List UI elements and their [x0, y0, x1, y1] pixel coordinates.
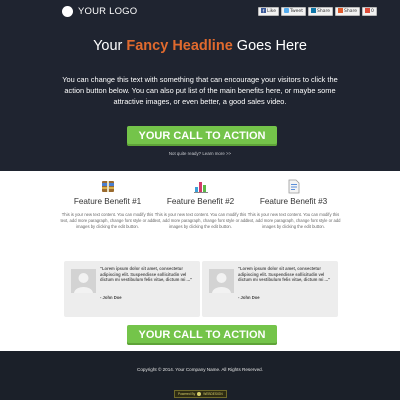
twitter-tweet-button[interactable]: Tweet	[280, 7, 306, 16]
powered-by-badge[interactable]: Powered By WEBDESIGN	[174, 390, 227, 398]
testimonial-author: - John Doe	[238, 295, 260, 300]
testimonial-card: "Lorem ipsum dolor sit amet, consectetur…	[64, 261, 200, 317]
cta-button-bottom[interactable]: YOUR CALL TO ACTION	[127, 325, 277, 345]
cta-button-top[interactable]: YOUR CALL TO ACTION	[127, 126, 277, 146]
feature-title: Feature Benefit #1	[73, 197, 142, 206]
headline-suffix: Goes Here	[232, 38, 307, 54]
google-plus-icon	[364, 8, 370, 13]
facebook-like-button[interactable]: f Like	[258, 7, 279, 16]
avatar	[209, 269, 234, 293]
powered-by-brand: WEBDESIGN	[203, 392, 223, 396]
page-headline: Your Fancy Headline Goes Here	[0, 38, 400, 54]
facebook-like-label: Like	[267, 9, 276, 14]
testimonial-card: "Lorem ipsum dolor sit amet, consectetur…	[202, 261, 338, 317]
feature-benefit-1: Feature Benefit #1 This is your new text…	[60, 178, 155, 230]
headline-prefix: Your	[93, 38, 127, 54]
feature-benefit-2: Feature Benefit #2 This is your new text…	[153, 178, 248, 230]
headline-highlight: Fancy Headline	[126, 38, 233, 54]
twitter-tweet-label: Tweet	[289, 9, 303, 14]
linkedin-share-button[interactable]: Share	[307, 7, 333, 16]
intro-text: You can change this text with something …	[62, 75, 338, 106]
testimonial-quote: "Lorem ipsum dolor sit amet, consectetur…	[238, 266, 331, 283]
feature-title: Feature Benefit #2	[166, 197, 235, 206]
linkedin-share-label: Share	[316, 9, 330, 14]
archive-icon	[60, 178, 155, 194]
twitter-icon	[283, 8, 289, 13]
share-icon	[337, 8, 343, 13]
avatar	[71, 269, 96, 293]
bar-chart-icon	[153, 178, 248, 194]
powered-by-label: Powered By	[178, 392, 196, 396]
feature-benefit-3: Feature Benefit #3 This is your new text…	[246, 178, 341, 230]
linkedin-icon	[310, 8, 316, 13]
feature-title: Feature Benefit #3	[259, 197, 328, 206]
feature-description: This is your new text content. You can m…	[60, 212, 155, 229]
learn-more-link[interactable]: Not quite ready? Learn more >>	[0, 151, 400, 156]
logo-text: YOUR LOGO	[78, 6, 138, 17]
social-share-bar: f Like Tweet Share Share 0	[258, 7, 377, 16]
copyright-text: Copyright © 2014. Your Company Name. All…	[137, 367, 263, 372]
facebook-icon: f	[261, 8, 266, 13]
share-button[interactable]: Share	[334, 7, 360, 16]
share-label: Share	[343, 9, 357, 14]
testimonial-quote: "Lorem ipsum dolor sit amet, consectetur…	[100, 266, 193, 283]
logo[interactable]: YOUR LOGO	[62, 6, 137, 17]
feature-description: This is your new text content. You can m…	[246, 212, 341, 229]
feature-description: This is your new text content. You can m…	[153, 212, 248, 229]
google-plus-button[interactable]: 0	[361, 7, 377, 16]
brand-logo-icon	[197, 392, 202, 396]
testimonial-author: - John Doe	[100, 295, 122, 300]
logo-circle-icon	[62, 6, 73, 17]
document-icon	[246, 178, 341, 194]
google-plus-count: 0	[370, 9, 374, 14]
